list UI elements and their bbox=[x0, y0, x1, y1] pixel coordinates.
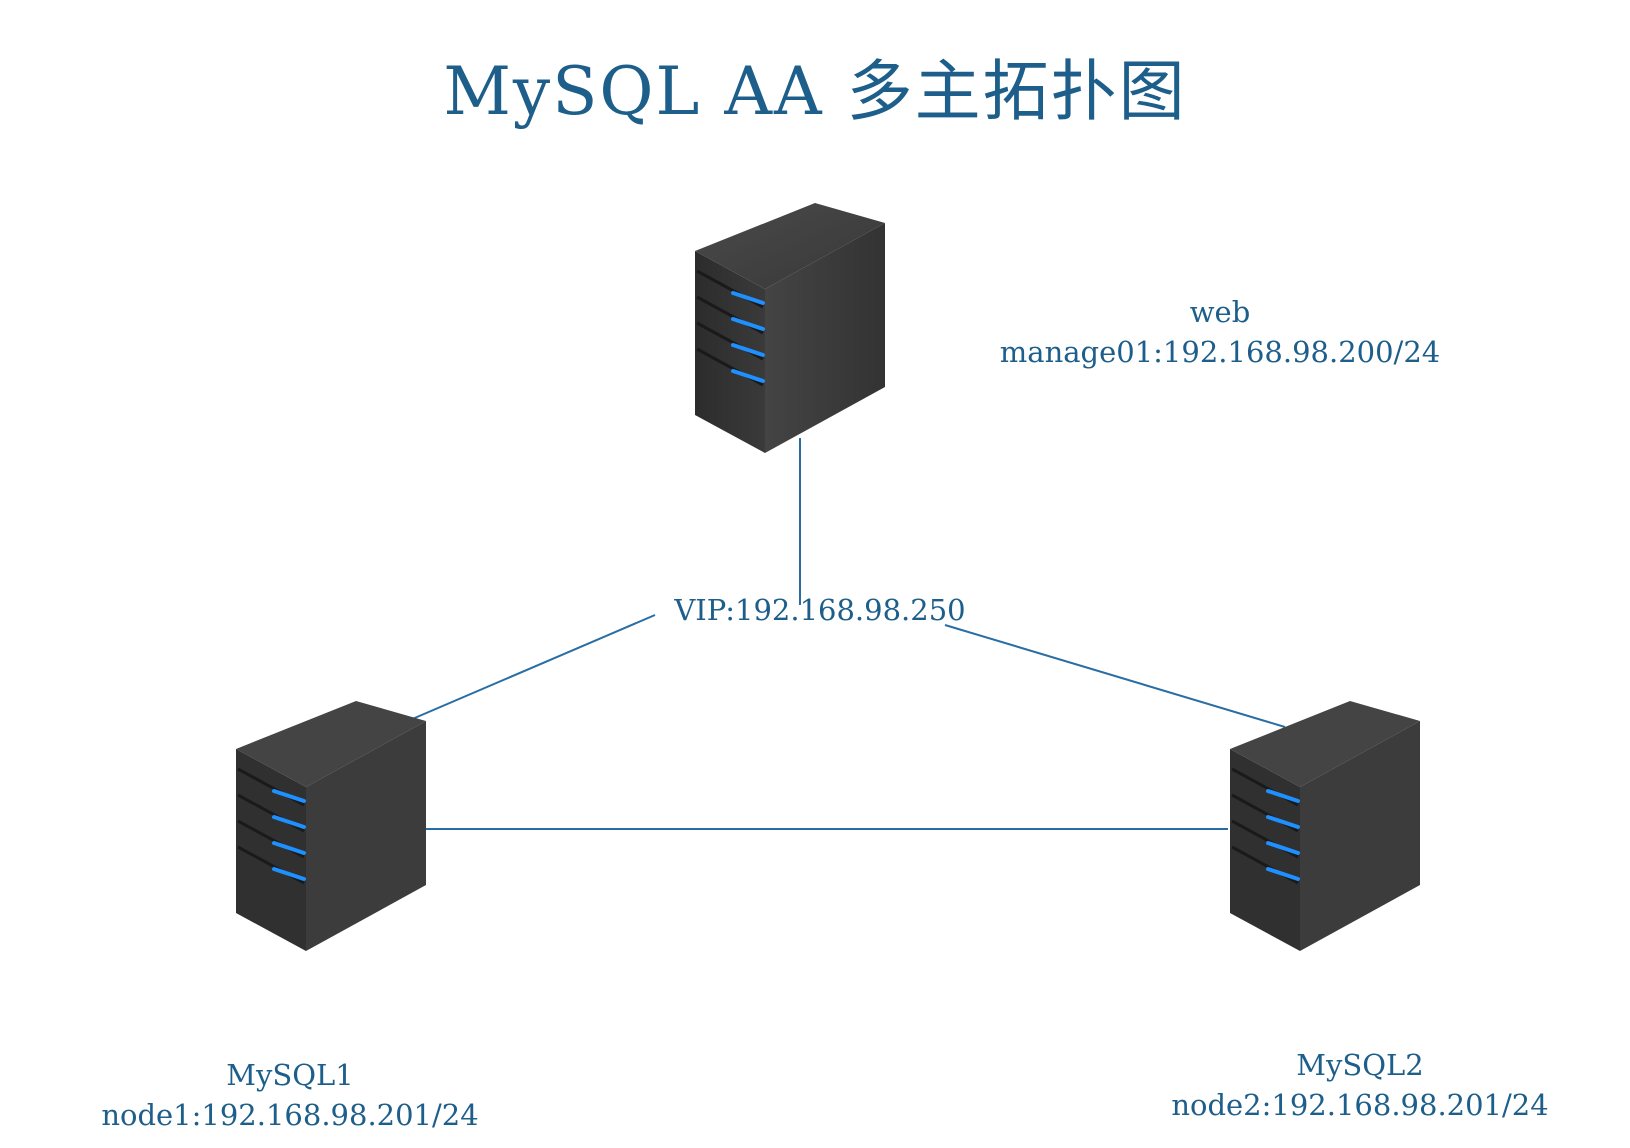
link-vip-mysql1 bbox=[409, 614, 656, 721]
vip-label: VIP:192.168.98.250 bbox=[674, 593, 966, 627]
mysql2-node-name: MySQL2 bbox=[1296, 1048, 1424, 1082]
server-icon bbox=[236, 701, 426, 951]
mysql1-node-name: MySQL1 bbox=[226, 1058, 354, 1092]
mysql2-node-address: node2:192.168.98.201/24 bbox=[1171, 1088, 1549, 1122]
web-node-label: web manage01:192.168.98.200/24 bbox=[960, 292, 1480, 372]
mysql2-node-label: MySQL2 node2:192.168.98.201/24 bbox=[1110, 1045, 1610, 1125]
network-links bbox=[409, 438, 1286, 830]
mysql1-node-address: node1:192.168.98.201/24 bbox=[101, 1098, 479, 1132]
web-node-name: web bbox=[1189, 295, 1251, 329]
web-node-address: manage01:192.168.98.200/24 bbox=[999, 335, 1441, 369]
mysql1-node-label: MySQL1 node1:192.168.98.201/24 bbox=[40, 1055, 540, 1135]
server-icon bbox=[695, 203, 885, 453]
server-icon bbox=[1230, 701, 1420, 951]
